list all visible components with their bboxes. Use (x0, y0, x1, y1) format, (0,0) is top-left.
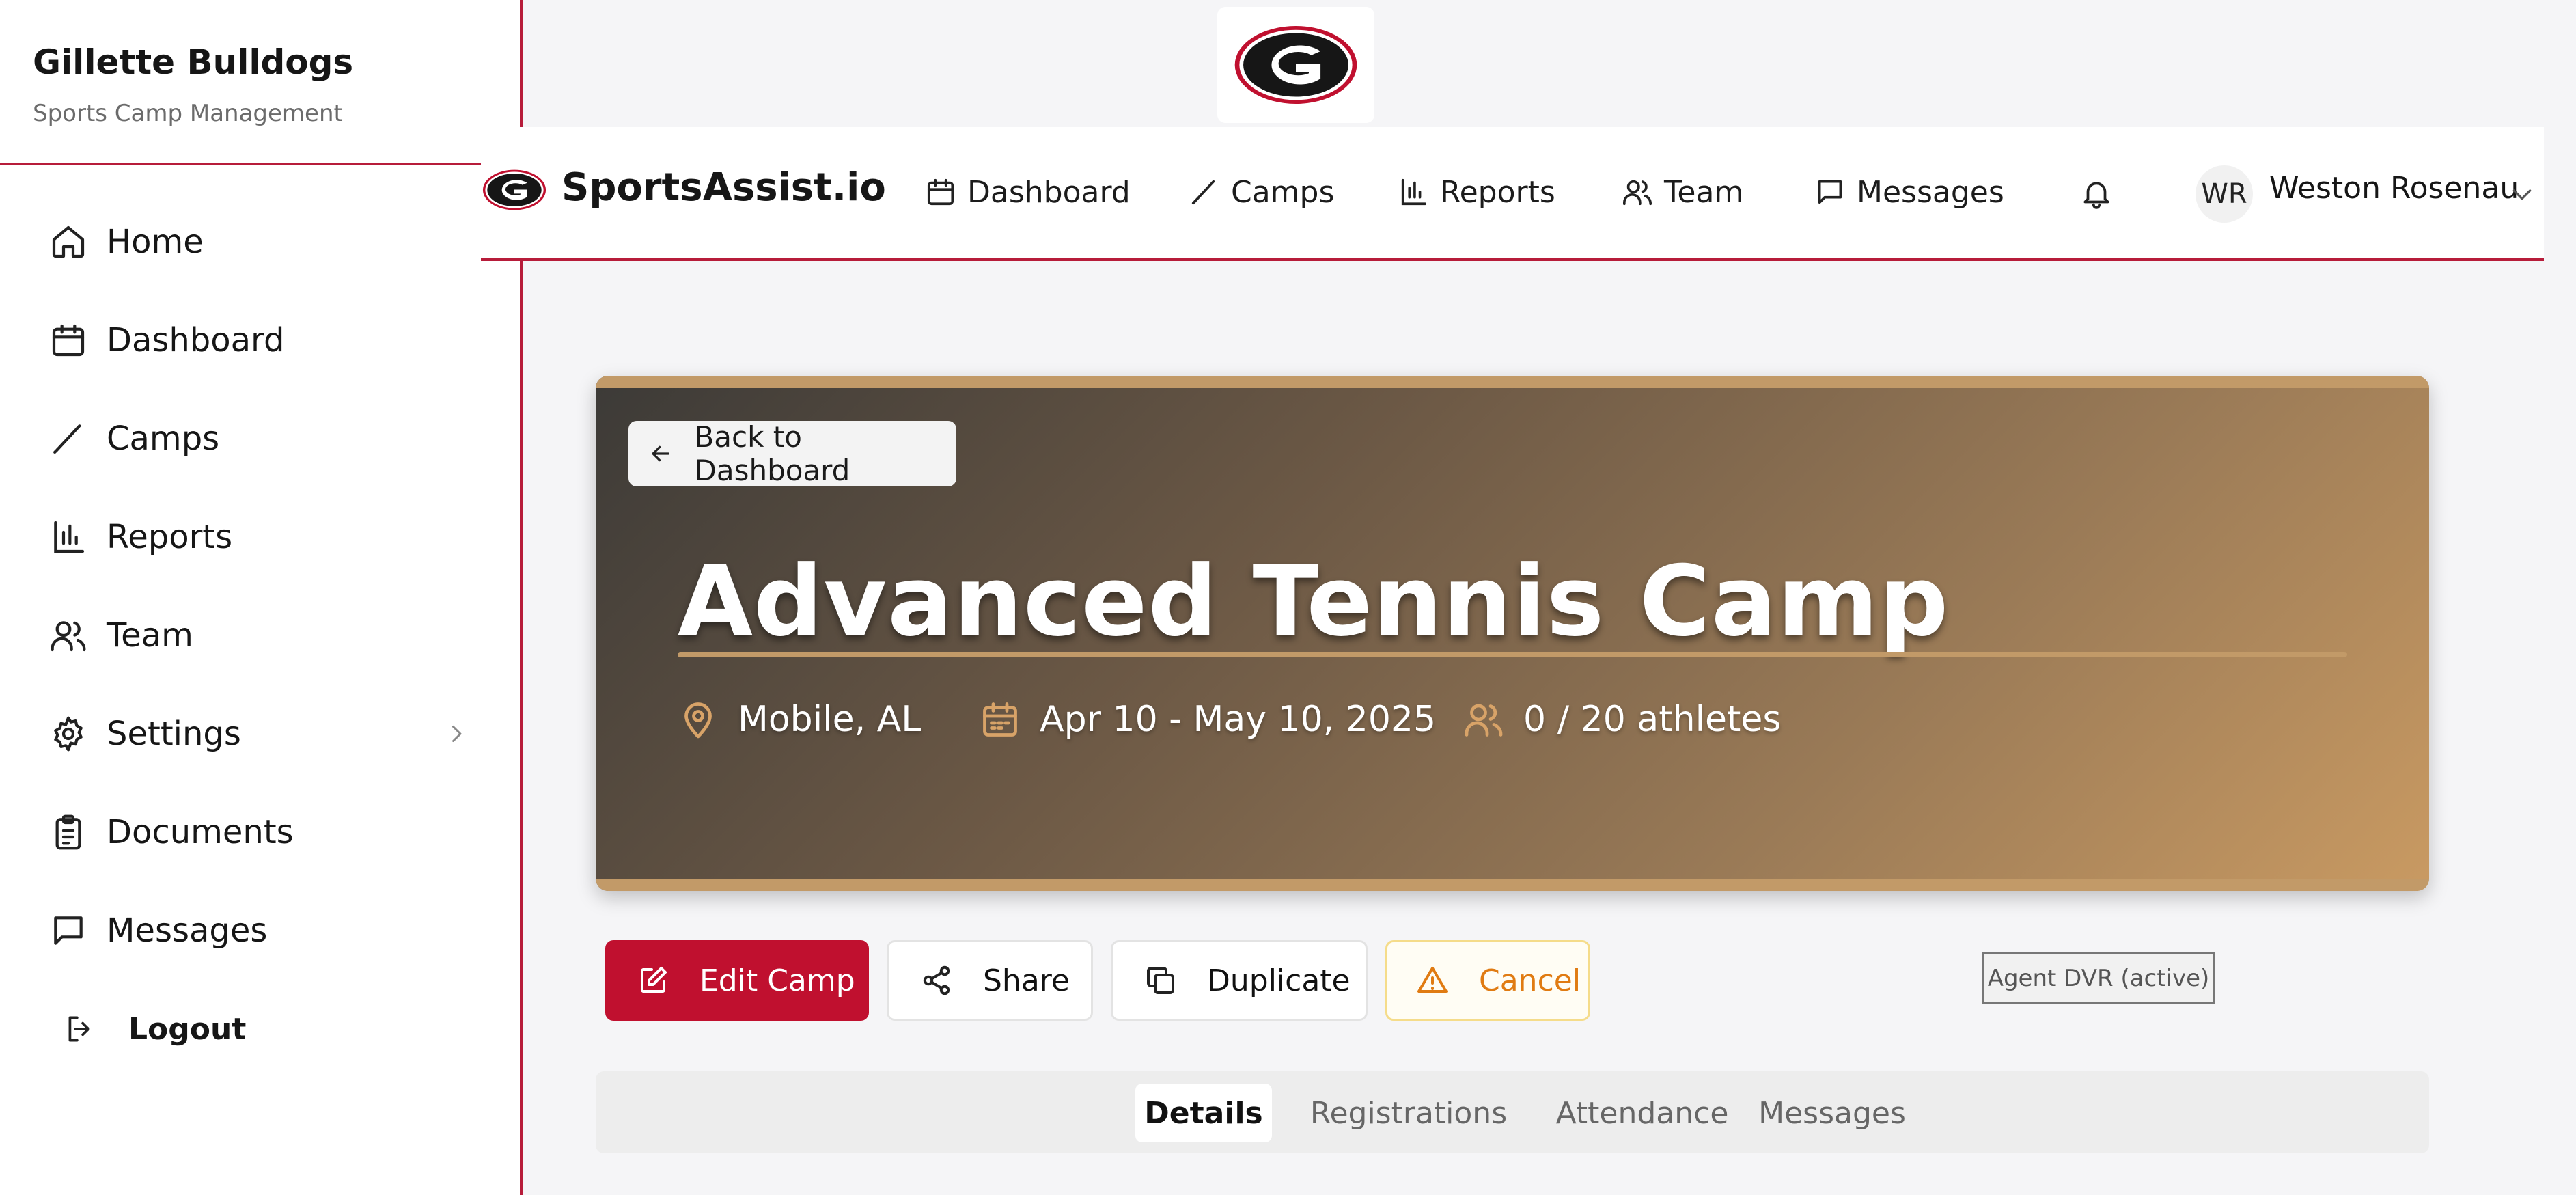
sidebar-item-label: Settings (107, 715, 241, 753)
header-nav-camps[interactable]: Camps (1189, 168, 1334, 216)
tab-registrations[interactable]: Registrations (1299, 1084, 1518, 1142)
edit-icon (637, 964, 669, 997)
sidebar-item-reports[interactable]: Reports (49, 510, 473, 564)
copy-icon (1144, 964, 1177, 997)
bar-chart-icon (1398, 176, 1429, 208)
sidebar-item-label: Reports (107, 518, 233, 556)
g-logo-icon (482, 169, 546, 210)
hero-top-border (596, 376, 2429, 388)
title-underline (678, 652, 2347, 657)
sidebar-item-label: Documents (107, 813, 294, 851)
cancel-camp-button[interactable]: Cancel (1385, 940, 1590, 1021)
header-nav-label: Team (1664, 174, 1744, 210)
pencil-icon (1189, 176, 1220, 208)
bell-icon[interactable] (2079, 176, 2114, 210)
dates-text: Apr 10 - May 10, 2025 (1040, 699, 1437, 740)
header-nav-dashboard[interactable]: Dashboard (925, 168, 1131, 216)
sidebar-item-label: Team (107, 616, 193, 655)
header-nav-label: Camps (1231, 174, 1335, 210)
hero-bottom-border (596, 879, 2429, 891)
sidebar-item-documents[interactable]: Documents (49, 805, 473, 860)
camp-athletes: 0 / 20 athletes (1463, 696, 1781, 743)
header-nav-label: Messages (1857, 174, 2004, 210)
back-to-dashboard-button[interactable]: Back to Dashboard (628, 420, 956, 487)
chevron-down-icon[interactable] (2508, 180, 2536, 208)
users-icon (1622, 176, 1653, 208)
sidebar: Gillette Bulldogs Sports Camp Management… (0, 0, 523, 1195)
camp-location: Mobile, AL (678, 696, 921, 743)
warning-icon (1416, 964, 1449, 997)
edit-camp-label: Edit Camp (700, 963, 855, 998)
logout-button[interactable]: Logout (63, 1002, 486, 1056)
back-button-label: Back to Dashboard (694, 420, 850, 487)
cancel-label: Cancel (1479, 963, 1581, 998)
avatar[interactable]: WR (2196, 165, 2253, 223)
sidebar-item-messages[interactable]: Messages (49, 903, 473, 958)
edit-camp-button[interactable]: Edit Camp (605, 940, 869, 1021)
sidebar-item-team[interactable]: Team (49, 608, 473, 663)
header-nav-label: Reports (1440, 174, 1555, 210)
users-icon (49, 616, 87, 655)
calendar-icon (980, 699, 1021, 740)
sidebar-item-home[interactable]: Home (49, 215, 473, 269)
chevron-right-icon[interactable] (444, 722, 469, 746)
camp-hero-banner: Back to Dashboard Advanced Tennis Camp M… (596, 376, 2429, 891)
sidebar-title: Gillette Bulldogs (33, 42, 354, 82)
sidebar-item-label: Dashboard (107, 321, 285, 359)
sidebar-item-label: Camps (107, 420, 220, 458)
duplicate-label: Duplicate (1207, 963, 1351, 998)
header-nav-messages[interactable]: Messages (1814, 168, 2004, 216)
share-icon (920, 964, 953, 997)
sidebar-item-camps[interactable]: Camps (49, 411, 473, 466)
logout-icon (63, 1012, 97, 1046)
logout-label: Logout (128, 1011, 247, 1047)
tab-attendance[interactable]: Attendance (1533, 1084, 1751, 1142)
g-logo-icon (1234, 26, 1357, 104)
pencil-icon (49, 420, 87, 458)
header-logo[interactable] (481, 168, 548, 212)
message-icon (49, 911, 87, 950)
users-icon (1463, 699, 1504, 740)
sidebar-item-dashboard[interactable]: Dashboard (49, 313, 473, 368)
sidebar-item-label: Messages (107, 911, 268, 950)
gear-icon (49, 715, 87, 753)
camp-tabs: Details Registrations Attendance Message… (596, 1071, 2429, 1153)
bar-chart-icon (49, 518, 87, 556)
calendar-icon (49, 321, 87, 359)
tab-messages[interactable]: Messages (1730, 1084, 1935, 1142)
sidebar-divider (0, 163, 523, 165)
tab-details[interactable]: Details (1135, 1084, 1272, 1142)
team-logo (1217, 7, 1374, 123)
clipboard-icon (49, 813, 87, 851)
sidebar-brand: Gillette Bulldogs Sports Camp Management (33, 42, 353, 127)
header-nav-label: Dashboard (967, 174, 1131, 210)
arrow-left-icon (648, 440, 674, 467)
duplicate-button[interactable]: Duplicate (1111, 940, 1368, 1021)
user-name[interactable]: Weston Rosenau (2269, 171, 2519, 206)
share-label: Share (983, 963, 1070, 998)
camp-dates: Apr 10 - May 10, 2025 (980, 696, 1436, 743)
header-nav-reports[interactable]: Reports (1398, 168, 1555, 216)
header-brand[interactable]: SportsAssist.io (562, 165, 886, 210)
location-text: Mobile, AL (738, 699, 922, 740)
sidebar-subtitle: Sports Camp Management (33, 100, 343, 127)
athletes-text: 0 / 20 athletes (1523, 699, 1782, 740)
top-header: SportsAssist.io Dashboard Camps Reports … (481, 127, 2544, 261)
map-pin-icon (678, 699, 719, 740)
home-icon (49, 223, 87, 261)
calendar-icon (925, 176, 956, 208)
sidebar-item-label: Home (107, 223, 204, 261)
agent-dvr-badge: Agent DVR (active) (1982, 952, 2215, 1004)
message-icon (1814, 176, 1846, 208)
share-button[interactable]: Share (887, 940, 1093, 1021)
header-nav-team[interactable]: Team (1622, 168, 1743, 216)
sidebar-item-settings[interactable]: Settings (49, 706, 473, 761)
camp-title: Advanced Tennis Camp (678, 545, 1950, 658)
